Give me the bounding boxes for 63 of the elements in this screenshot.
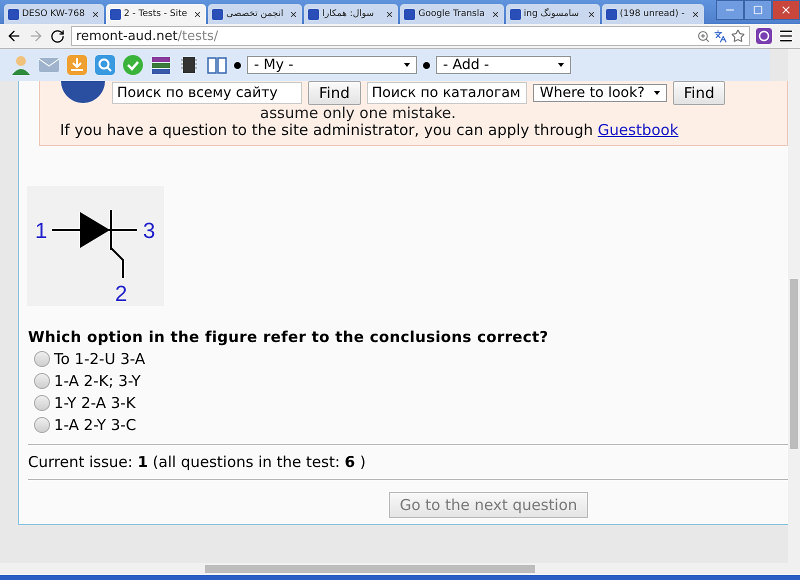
option-label: 1-Y 2-A 3-K [54, 394, 136, 412]
bullet-icon [423, 62, 430, 68]
site-search-field[interactable]: Поиск по всему сайту [112, 82, 302, 104]
favicon-icon [308, 8, 320, 20]
check-icon[interactable] [122, 54, 144, 76]
reload-icon[interactable] [50, 28, 65, 44]
close-icon[interactable] [490, 10, 500, 18]
favicon-icon [8, 8, 19, 20]
favicon-icon [212, 8, 224, 20]
close-icon[interactable] [289, 10, 298, 18]
guestbook-link[interactable]: Guestbook [598, 121, 678, 139]
vertical-scrollbar[interactable] [788, 49, 800, 575]
option-label: 1-A 2-K; 3-Y [54, 372, 141, 390]
extension-icon[interactable] [756, 28, 772, 44]
option-label: To 1-2-U 3-A [54, 350, 146, 368]
option-label: 1-A 2-Y 3-C [54, 416, 136, 434]
browser-tab[interactable]: ing سامسونگ [506, 4, 600, 24]
address-field[interactable]: remont-aud.net/tests/ [71, 26, 750, 46]
catalog-search-field[interactable]: Поиск по каталогам [366, 82, 527, 104]
browser-tab[interactable]: (198 unread) - [602, 4, 704, 24]
horizontal-scrollbar[interactable] [0, 563, 788, 575]
back-icon[interactable] [6, 28, 22, 44]
close-icon[interactable] [90, 10, 100, 18]
maximize-button[interactable] [744, 0, 772, 20]
star-icon[interactable] [731, 29, 745, 43]
close-icon[interactable] [690, 10, 700, 18]
user-icon[interactable] [10, 54, 32, 76]
notice-text: If you have a question to the site administrator, you can apply through [60, 121, 594, 139]
maximize-icon [753, 5, 763, 15]
browser-tab[interactable]: DESO KW-768 [4, 4, 104, 24]
radio-button[interactable] [34, 395, 50, 411]
browser-tab[interactable]: سوال: همکارا [304, 4, 398, 24]
diode-drawing: 1 3 2 [27, 186, 164, 306]
radio-button[interactable] [34, 373, 50, 389]
close-icon [780, 4, 792, 16]
browser-tab[interactable]: انجمن تخصصی [208, 4, 302, 24]
bullet-icon [234, 62, 241, 68]
close-icon[interactable] [586, 10, 596, 18]
close-icon[interactable] [193, 10, 202, 18]
dropdown[interactable]: - My - [247, 56, 417, 74]
favicon-icon [404, 8, 416, 20]
favicon-icon [510, 8, 521, 20]
question-text: Which option in the figure refer to the conclusions correct? [28, 328, 550, 346]
where-dropdown[interactable]: Where to look? [532, 84, 667, 102]
zoom-icon[interactable] [697, 30, 710, 42]
close-button[interactable] [772, 0, 800, 20]
books-icon[interactable] [150, 54, 172, 76]
favicon-icon [606, 8, 617, 20]
chip-icon[interactable] [178, 54, 200, 76]
menu-icon[interactable] [778, 28, 794, 44]
find-button[interactable]: Find [308, 81, 361, 105]
notice-text: assume only one mistake. [260, 107, 457, 119]
favicon-icon [110, 8, 121, 20]
dropdown[interactable]: - Add - [436, 56, 571, 74]
browser-tab[interactable]: 2 - Tests - Site [106, 4, 206, 24]
translate-icon[interactable] [714, 30, 727, 42]
radio-button[interactable] [34, 351, 50, 367]
find-button[interactable]: Find [672, 81, 726, 105]
browser-tab[interactable]: Google Transla [400, 4, 504, 24]
radio-button[interactable] [34, 417, 50, 433]
close-icon[interactable] [385, 10, 394, 18]
status-text: Current issue: 1 (all questions in the test: 6 ) [28, 453, 367, 471]
search-icon[interactable] [94, 54, 116, 76]
